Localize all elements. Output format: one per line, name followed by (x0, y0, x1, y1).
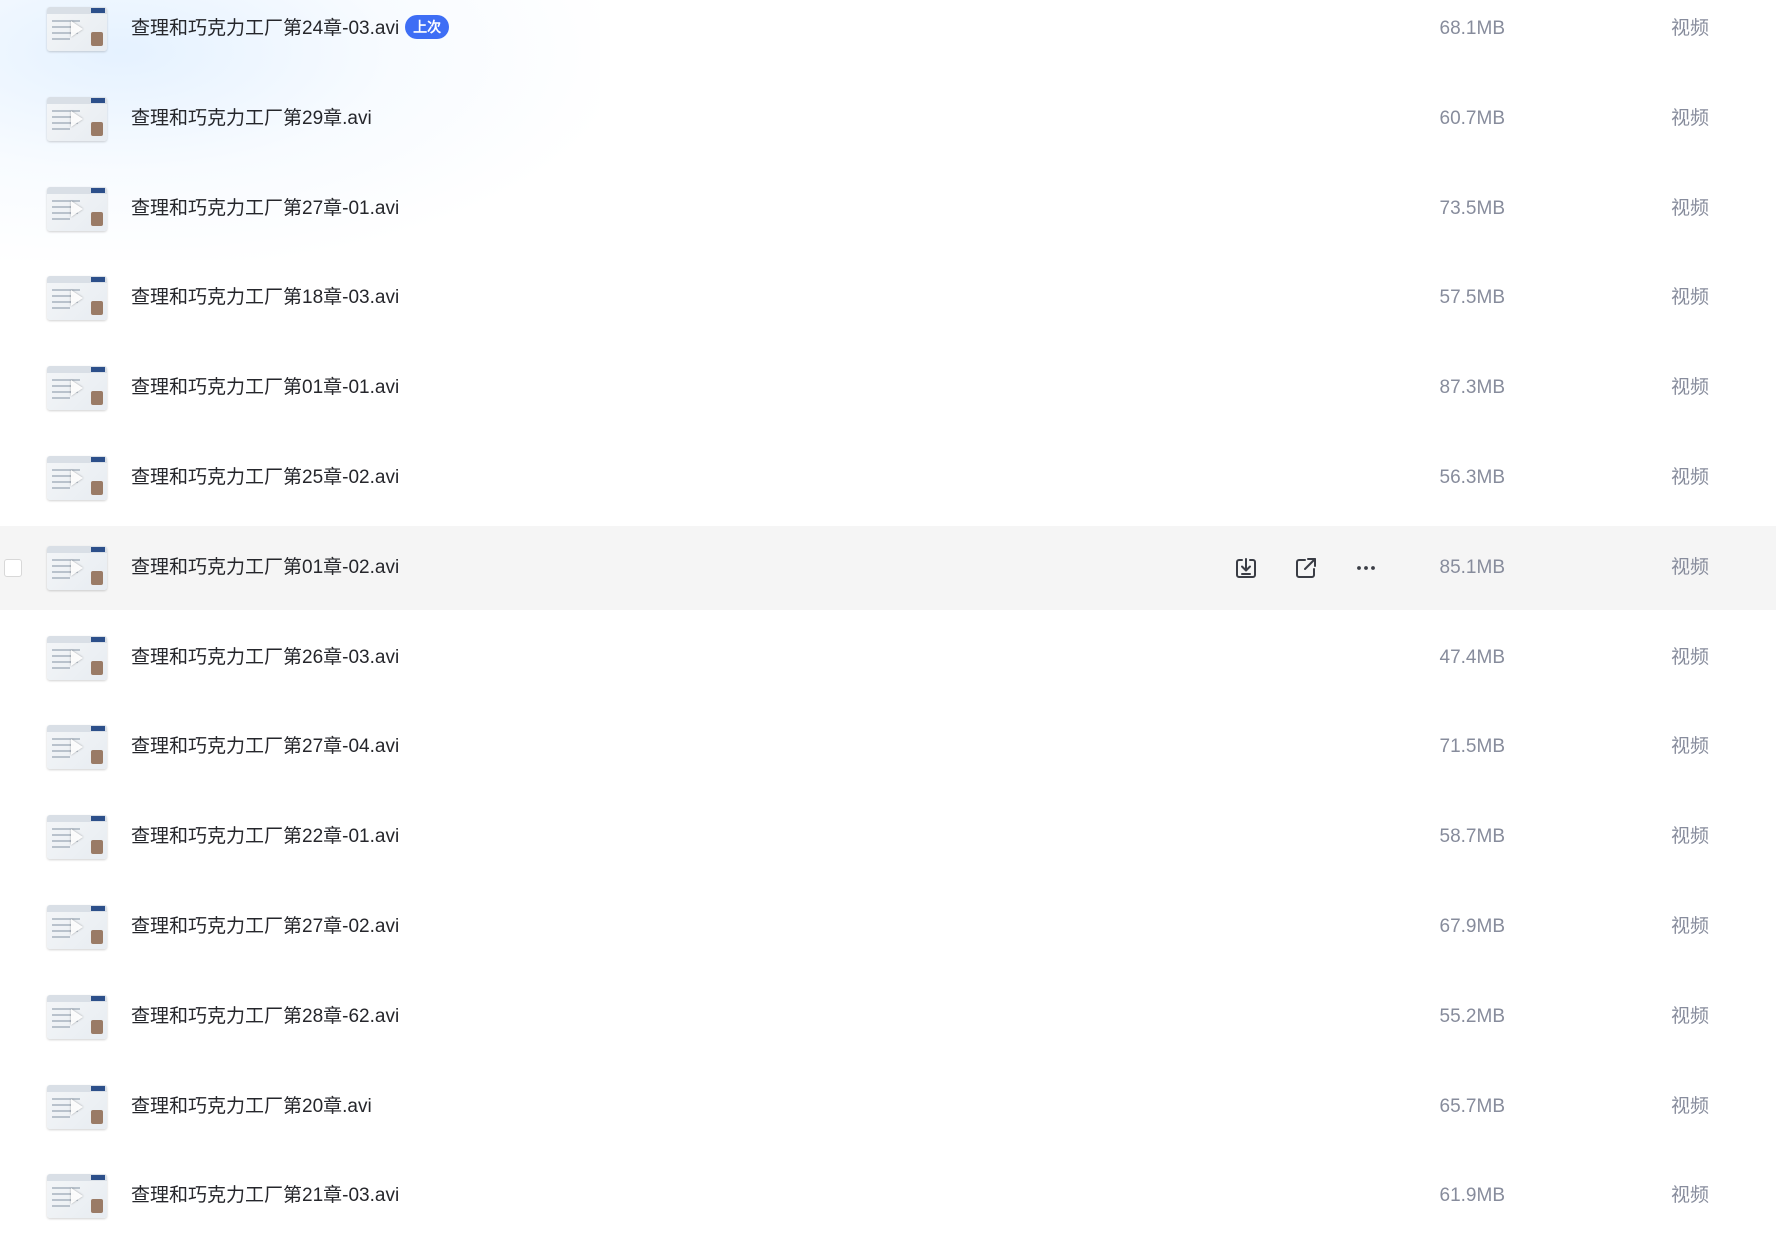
video-thumbnail[interactable] (47, 635, 107, 680)
file-type: 视频 (1670, 197, 1709, 219)
file-row[interactable]: 查理和巧克力工厂第01章-01.avi 87.3MB 视频 (0, 346, 1776, 430)
file-row[interactable]: 查理和巧克力工厂第22章-01.avi 58.7MB 视频 (0, 795, 1776, 879)
file-size: 57.5MB (1439, 287, 1505, 309)
file-type: 视频 (1670, 377, 1709, 399)
play-icon (71, 380, 83, 397)
video-thumbnail[interactable] (47, 1084, 107, 1129)
file-row[interactable]: 查理和巧克力工厂第21章-03.avi 61.9MB 视频 (0, 1154, 1776, 1238)
file-size: 61.9MB (1439, 1185, 1505, 1207)
play-icon (71, 559, 83, 576)
file-type: 视频 (1670, 1005, 1709, 1027)
file-name[interactable]: 查理和巧克力工厂第21章-03.avi (131, 1182, 399, 1210)
file-size: 73.5MB (1439, 197, 1505, 219)
video-thumbnail[interactable] (47, 7, 107, 51)
share-button[interactable] (1292, 554, 1320, 582)
file-size: 47.4MB (1439, 646, 1505, 668)
file-size: 87.3MB (1439, 377, 1505, 399)
file-row[interactable]: 查理和巧克力工厂第01章-02.avi 85.1MB 视频 (0, 525, 1776, 610)
file-size: 68.1MB (1439, 18, 1505, 39)
file-type: 视频 (1670, 916, 1709, 937)
file-name[interactable]: 查理和巧克力工厂第27章-01.avi (131, 195, 399, 223)
file-type: 视频 (1670, 107, 1709, 129)
more-icon (1353, 555, 1379, 581)
play-icon (71, 829, 83, 846)
video-thumbnail[interactable] (47, 366, 107, 411)
play-icon (71, 1008, 83, 1025)
play-icon (71, 739, 83, 756)
video-thumbnail[interactable] (47, 545, 107, 590)
video-thumbnail[interactable] (47, 96, 107, 141)
file-type: 视频 (1670, 467, 1709, 488)
video-thumbnail[interactable] (47, 905, 107, 949)
video-thumbnail[interactable] (47, 456, 107, 500)
video-thumbnail[interactable] (47, 815, 107, 860)
file-name[interactable]: 查理和巧克力工厂第01章-01.avi (131, 374, 399, 402)
row-actions (1232, 554, 1392, 582)
file-row[interactable]: 查理和巧克力工厂第27章-02.avi 67.9MB 视频 (0, 885, 1776, 969)
file-size: 55.2MB (1439, 1005, 1505, 1027)
play-icon (71, 1098, 83, 1115)
video-thumbnail[interactable] (47, 1174, 107, 1219)
more-button[interactable] (1352, 554, 1380, 582)
file-size: 67.9MB (1439, 916, 1505, 937)
play-icon (71, 200, 83, 217)
file-size: 58.7MB (1439, 826, 1505, 848)
file-name[interactable]: 查理和巧克力工厂第18章-03.avi (131, 284, 399, 312)
file-size: 56.3MB (1439, 467, 1505, 488)
file-type: 视频 (1670, 1185, 1709, 1207)
file-name[interactable]: 查理和巧克力工厂第28章-62.avi (131, 1003, 399, 1031)
share-icon (1293, 555, 1319, 581)
play-icon (71, 470, 83, 486)
file-name[interactable]: 查理和巧克力工厂第25章-02.avi (131, 464, 399, 492)
file-row[interactable]: 查理和巧克力工厂第29章.avi 60.7MB 视频 (0, 77, 1776, 161)
file-size: 85.1MB (1439, 556, 1505, 578)
file-size: 60.7MB (1439, 107, 1505, 129)
file-type: 视频 (1670, 287, 1709, 309)
file-row[interactable]: 查理和巧克力工厂第24章-03.avi 上次 68.1MB 视频 (0, 0, 1776, 71)
file-name[interactable]: 查理和巧克力工厂第29章.avi (131, 105, 372, 133)
download-button[interactable] (1232, 554, 1260, 582)
file-size: 65.7MB (1439, 1095, 1505, 1117)
file-type: 视频 (1670, 18, 1709, 39)
video-thumbnail[interactable] (47, 725, 107, 770)
file-row[interactable]: 查理和巧克力工厂第28章-62.avi 55.2MB 视频 (0, 975, 1776, 1059)
play-icon (71, 649, 83, 666)
file-type: 视频 (1670, 646, 1709, 668)
file-type: 视频 (1670, 1095, 1709, 1117)
file-name[interactable]: 查理和巧克力工厂第26章-03.avi (131, 644, 399, 672)
file-row[interactable]: 查理和巧克力工厂第26章-03.avi 47.4MB 视频 (0, 616, 1776, 700)
file-type: 视频 (1670, 736, 1709, 758)
play-icon (71, 290, 83, 307)
play-icon (71, 1188, 83, 1205)
play-icon (71, 21, 83, 37)
file-row[interactable]: 查理和巧克力工厂第27章-01.avi 73.5MB 视频 (0, 167, 1776, 251)
row-checkbox[interactable] (4, 558, 22, 577)
file-name[interactable]: 查理和巧克力工厂第24章-03.avi 上次 (131, 15, 450, 43)
video-thumbnail[interactable] (47, 276, 107, 321)
file-row[interactable]: 查理和巧克力工厂第27章-04.avi 71.5MB 视频 (0, 705, 1776, 789)
last-played-badge: 上次 (405, 15, 450, 39)
video-thumbnail[interactable] (47, 994, 107, 1039)
file-row[interactable]: 查理和巧克力工厂第18章-03.avi 57.5MB 视频 (0, 256, 1776, 340)
file-name[interactable]: 查理和巧克力工厂第27章-02.avi (131, 913, 399, 941)
download-icon (1233, 555, 1259, 581)
play-icon (71, 110, 83, 127)
file-type: 视频 (1670, 556, 1709, 578)
file-name[interactable]: 查理和巧克力工厂第27章-04.avi (131, 733, 399, 761)
file-name[interactable]: 查理和巧克力工厂第22章-01.avi (131, 823, 399, 851)
file-row[interactable]: 查理和巧克力工厂第25章-02.avi 56.3MB 视频 (0, 436, 1776, 520)
play-icon (71, 919, 83, 935)
file-type: 视频 (1670, 826, 1709, 848)
file-size: 71.5MB (1439, 736, 1505, 758)
video-thumbnail[interactable] (47, 186, 107, 231)
file-name[interactable]: 查理和巧克力工厂第01章-02.avi (131, 554, 399, 582)
file-name[interactable]: 查理和巧克力工厂第20章.avi (131, 1093, 372, 1121)
file-row[interactable]: 查理和巧克力工厂第20章.avi 65.7MB 视频 (0, 1065, 1776, 1149)
